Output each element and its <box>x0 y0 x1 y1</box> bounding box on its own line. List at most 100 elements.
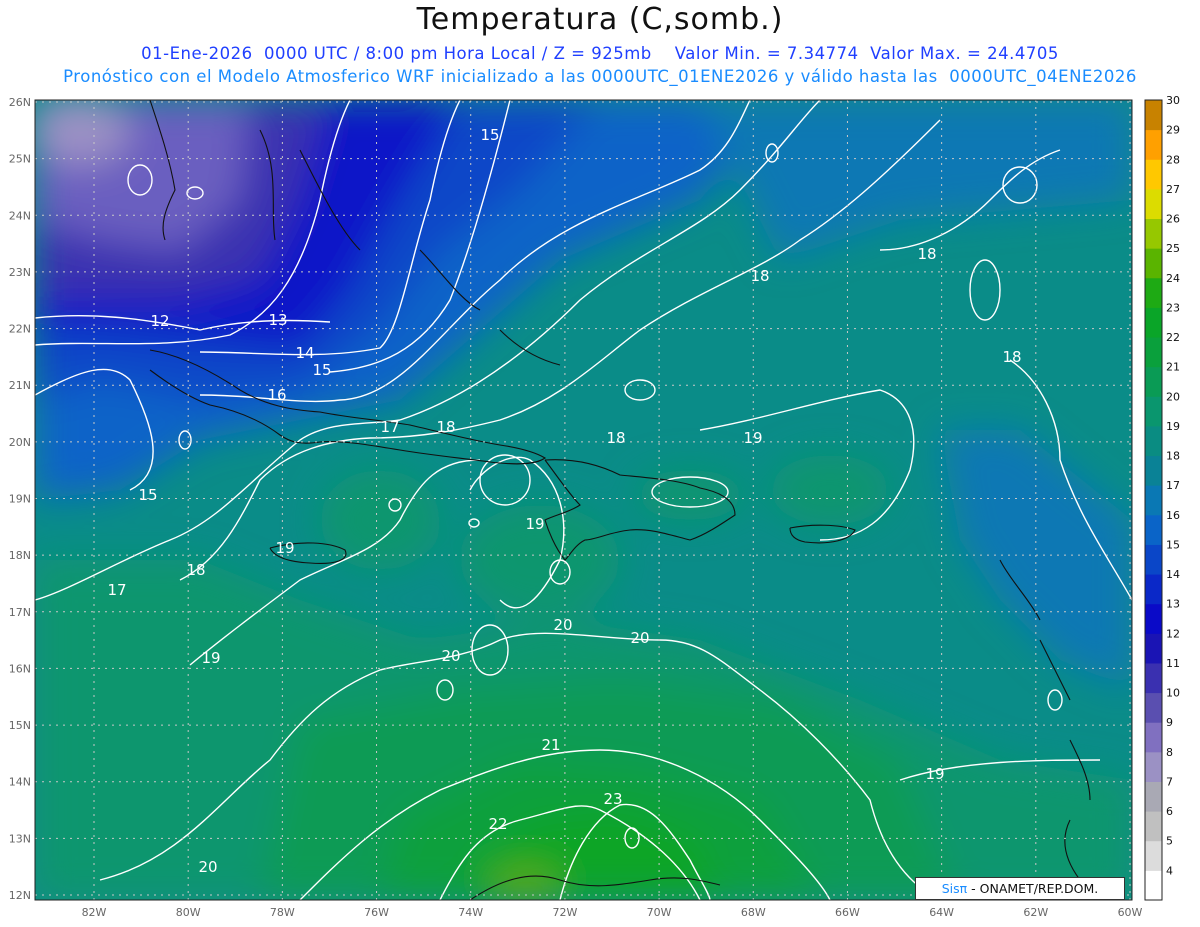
colorbar-tick-label: 16 <box>1166 509 1180 522</box>
lat-tick-label: 24N <box>9 209 31 222</box>
credit-brand: Sisπ <box>941 881 968 896</box>
colorbar-tick-label: 14 <box>1166 568 1180 581</box>
contour-label: 19 <box>275 539 294 557</box>
colorbar-tick-label: 9 <box>1166 716 1173 729</box>
temperature-map: 12N 13N 14N 15N 16N 17N 18N 19N 20N 21N 22N 23N 24N 2… <box>9 94 1180 919</box>
contour-label: 18 <box>186 561 205 579</box>
lat-tick-label: 23N <box>9 266 31 279</box>
colorbar-tick-label: 28 <box>1166 153 1180 166</box>
lon-tick-label: 72W <box>552 906 577 919</box>
colorbar-tick-label: 21 <box>1166 361 1180 374</box>
lat-tick-label: 12N <box>9 889 31 902</box>
contour-label: 13 <box>268 311 287 329</box>
colorbar-swatch <box>1145 485 1162 516</box>
colorbar-swatch <box>1145 455 1162 486</box>
colorbar-swatch <box>1145 811 1162 842</box>
colorbar-tick-label: 18 <box>1166 450 1180 463</box>
lat-tick-label: 16N <box>9 662 31 675</box>
colorbar: 4 5 6 7 8 9 10 11 12 13 14 15 16 17 18 19 20 21 22 23 24 25 26… <box>1144 94 1180 901</box>
lat-tick-label: 20N <box>9 436 31 449</box>
credit-box: Sisπ - ONAMET/REP.DOM. <box>915 877 1125 900</box>
contour-label: 19 <box>525 515 544 533</box>
contour-label: 15 <box>480 126 499 144</box>
lon-tick-label: 70W <box>647 906 672 919</box>
colorbar-tick-label: 10 <box>1166 687 1180 700</box>
colorbar-tick-label: 12 <box>1166 627 1180 640</box>
colorbar-swatch <box>1145 307 1162 338</box>
colorbar-tick-label: 20 <box>1166 390 1180 403</box>
colorbar-tick-label: 4 <box>1166 864 1173 877</box>
contour-label: 19 <box>925 765 944 783</box>
colorbar-swatch <box>1145 692 1162 723</box>
colorbar-swatch <box>1145 751 1162 782</box>
lon-tick-label: 64W <box>929 906 954 919</box>
colorbar-tick-label: 11 <box>1166 657 1180 670</box>
colorbar-tick-label: 27 <box>1166 183 1180 196</box>
lat-tick-label: 15N <box>9 719 31 732</box>
colorbar-tick-label: 15 <box>1166 538 1180 551</box>
lat-tick-label: 25N <box>9 153 31 166</box>
subtitle-model: Pronóstico con el Modelo Atmosferico WRF… <box>63 67 1137 86</box>
lat-tick-label: 22N <box>9 323 31 336</box>
contour-label: 23 <box>603 790 622 808</box>
colorbar-swatch <box>1145 218 1162 249</box>
colorbar-swatch <box>1145 188 1162 220</box>
colorbar-swatch <box>1145 870 1162 901</box>
colorbar-swatch <box>1145 662 1162 694</box>
colorbar-swatch <box>1145 781 1162 812</box>
contour-label: 15 <box>312 361 331 379</box>
contour-label: 20 <box>441 647 460 665</box>
contour-label: 19 <box>743 429 762 447</box>
contour-label: 19 <box>201 649 220 667</box>
longitude-axis: 82W 80W 78W 76W 74W 72W 70W 68W 66W 64W 62W 60W <box>82 906 1143 919</box>
colorbar-tick-label: 22 <box>1166 331 1180 344</box>
lon-tick-label: 76W <box>364 906 389 919</box>
colorbar-swatch <box>1145 100 1162 131</box>
contour-label: 17 <box>380 418 399 436</box>
colorbar-tick-label: 8 <box>1166 746 1173 759</box>
lon-tick-label: 62W <box>1023 906 1048 919</box>
contour-label: 20 <box>630 629 649 647</box>
contour-label: 18 <box>606 429 625 447</box>
map-title: Temperatura (C,somb.) <box>416 2 784 37</box>
lat-tick-label: 17N <box>9 606 31 619</box>
colorbar-swatch <box>1145 396 1162 427</box>
lon-tick-label: 68W <box>741 906 766 919</box>
lon-tick-label: 80W <box>176 906 201 919</box>
colorbar-tick-label: 19 <box>1166 420 1180 433</box>
contour-label: 17 <box>107 581 126 599</box>
colorbar-tick-label: 5 <box>1166 835 1173 848</box>
contour-label: 18 <box>750 267 769 285</box>
colorbar-swatch <box>1145 366 1162 397</box>
contour-label: 20 <box>553 616 572 634</box>
lat-tick-label: 13N <box>9 832 31 845</box>
colorbar-tick-label: 26 <box>1166 213 1180 226</box>
lat-tick-label: 14N <box>9 776 31 789</box>
colorbar-swatch <box>1145 722 1162 753</box>
lat-tick-label: 19N <box>9 493 31 506</box>
colorbar-tick-label: 29 <box>1166 124 1180 137</box>
colorbar-tick-label: 30 <box>1166 94 1180 107</box>
contour-label: 18 <box>1002 348 1021 366</box>
latitude-axis: 12N 13N 14N 15N 16N 17N 18N 19N 20N 21N 22N 23N 24N 2… <box>9 96 31 902</box>
colorbar-swatch <box>1145 514 1162 545</box>
contour-label: 14 <box>295 344 314 362</box>
colorbar-tick-label: 6 <box>1166 805 1173 818</box>
contour-label: 22 <box>488 815 507 833</box>
colorbar-swatch <box>1145 603 1162 634</box>
credit-text: - ONAMET/REP.DOM. <box>967 881 1099 896</box>
contour-label: 18 <box>436 418 455 436</box>
lon-tick-label: 82W <box>82 906 107 919</box>
lat-tick-label: 18N <box>9 549 31 562</box>
colorbar-tick-label: 17 <box>1166 479 1180 492</box>
colorbar-swatch <box>1145 840 1162 871</box>
contour-label: 12 <box>150 312 169 330</box>
lon-tick-label: 78W <box>270 906 295 919</box>
colorbar-swatch <box>1145 248 1162 279</box>
lon-tick-label: 60W <box>1118 906 1143 919</box>
colorbar-swatch <box>1145 425 1162 457</box>
colorbar-swatch <box>1145 633 1162 664</box>
colorbar-tick-label: 7 <box>1166 775 1173 788</box>
lat-tick-label: 21N <box>9 379 31 392</box>
colorbar-tick-label: 25 <box>1166 242 1180 255</box>
